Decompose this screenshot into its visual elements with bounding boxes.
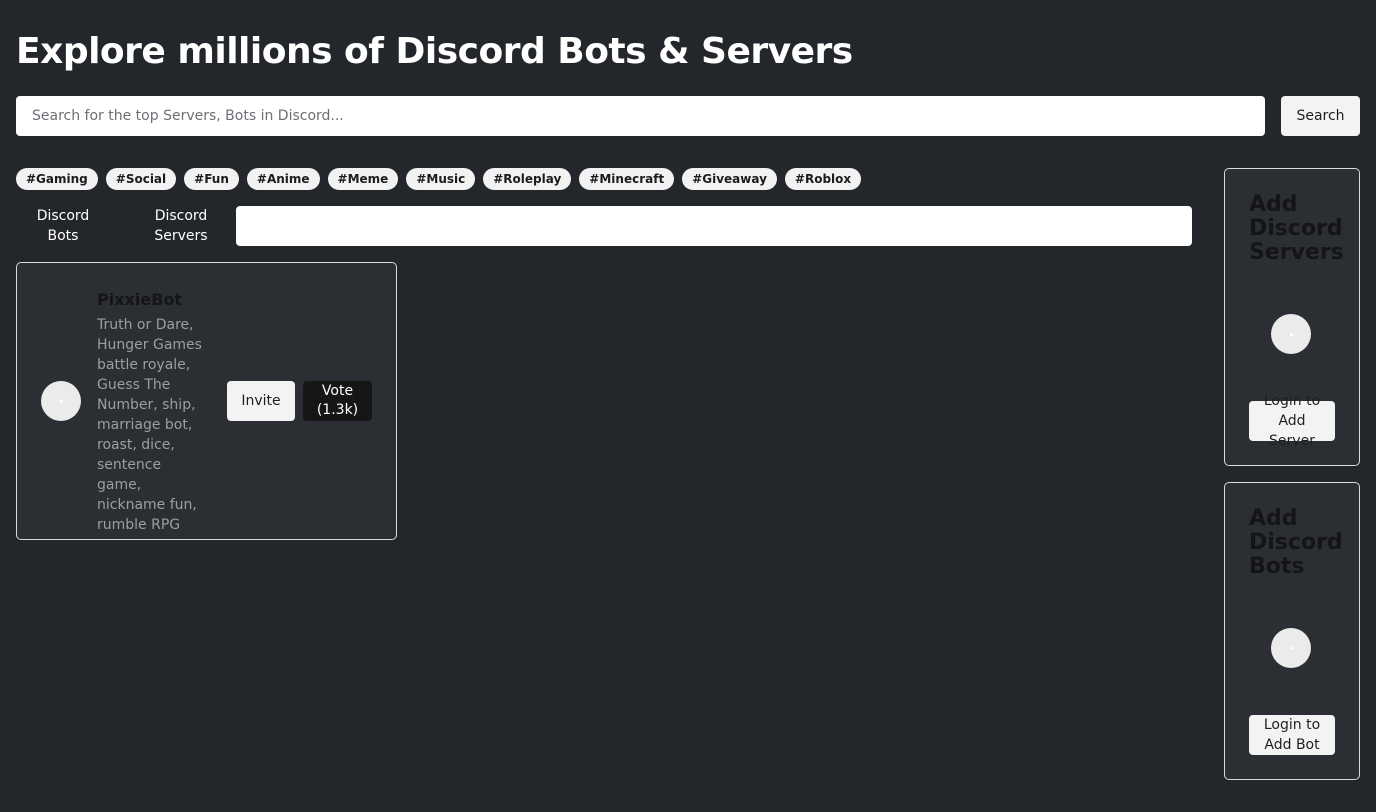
tag-roblox[interactable]: #Roblox [784, 168, 862, 190]
login-add-bot-label: Login to Add Bot [1263, 717, 1321, 753]
tag-giveaway[interactable]: #Giveaway [682, 168, 777, 190]
search-button[interactable]: Search [1281, 96, 1360, 136]
dot-icon [1289, 646, 1293, 650]
vote-button[interactable]: Vote (1.3k) [303, 381, 372, 421]
login-add-server-button[interactable]: Login to Add Server [1249, 393, 1335, 449]
bot-placeholder-icon [1271, 628, 1311, 668]
tab-discord-bots[interactable]: Discord Bots [24, 206, 102, 246]
add-bots-title: Add Discord Bots [1249, 506, 1343, 579]
dot-icon [1289, 332, 1293, 336]
tag-fun[interactable]: #Fun [184, 168, 239, 190]
avatar-placeholder-icon [59, 399, 63, 403]
bot-avatar [41, 381, 81, 421]
server-placeholder-icon [1271, 314, 1311, 354]
add-servers-title: Add Discord Servers [1249, 192, 1344, 265]
add-servers-panel: Add Discord Servers Login to Add Server [1224, 168, 1360, 466]
tag-gaming[interactable]: #Gaming [16, 168, 98, 190]
tag-music[interactable]: #Music [406, 168, 476, 190]
bot-name[interactable]: PixxieBot [97, 289, 182, 311]
bot-description: Truth or Dare, Hunger Games battle royal… [97, 317, 202, 533]
login-add-server-label: Login to Add Server [1263, 393, 1321, 449]
tag-minecraft[interactable]: #Minecraft [579, 168, 675, 190]
login-add-bot-button[interactable]: Login to Add Bot [1249, 715, 1335, 755]
tag-roleplay[interactable]: #Roleplay [483, 168, 572, 190]
page: Explore millions of Discord Bots & Serve… [0, 0, 1376, 812]
tab-discord-servers[interactable]: Discord Servers [140, 206, 222, 246]
filter-input[interactable] [236, 206, 1192, 246]
tag-list: #Gaming #Social #Fun #Anime #Meme #Music… [16, 168, 862, 190]
invite-button[interactable]: Invite [227, 381, 295, 421]
tag-anime[interactable]: #Anime [246, 168, 320, 190]
page-title: Explore millions of Discord Bots & Serve… [16, 31, 853, 72]
bot-card: PixxieBot Truth or Dare, Hunger Games ba… [16, 262, 397, 540]
tag-social[interactable]: #Social [105, 168, 177, 190]
add-bots-panel: Add Discord Bots Login to Add Bot [1224, 482, 1360, 780]
tag-meme[interactable]: #Meme [327, 168, 399, 190]
search-input[interactable] [16, 96, 1265, 136]
